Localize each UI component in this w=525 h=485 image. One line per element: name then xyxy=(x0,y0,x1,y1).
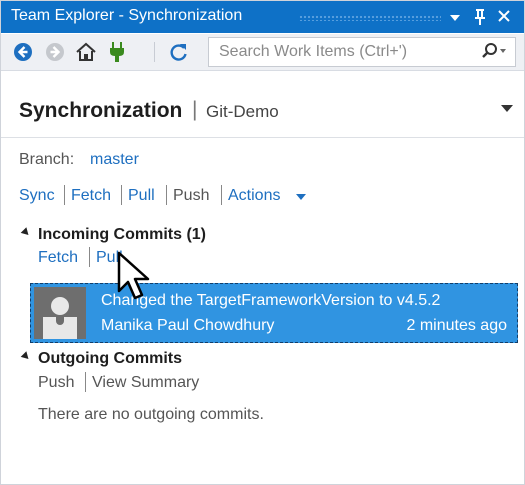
branch-label: Branch: xyxy=(19,151,75,168)
drag-grip[interactable] xyxy=(299,15,441,21)
view-summary-label: View Summary xyxy=(92,374,200,391)
incoming-commits-title[interactable]: Incoming Commits (1) xyxy=(38,226,206,244)
link-separator xyxy=(121,185,122,205)
toolbar xyxy=(1,34,524,71)
forward-icon[interactable] xyxy=(42,40,68,64)
connect-icon[interactable] xyxy=(104,40,130,64)
actions-dropdown-icon[interactable] xyxy=(296,194,306,200)
page-title: Synchronization xyxy=(19,99,183,122)
title-bar[interactable]: Team Explorer - Synchronization xyxy=(1,1,524,33)
avatar xyxy=(34,287,86,339)
no-outgoing-message: There are no outgoing commits. xyxy=(38,406,264,423)
toolbar-separator xyxy=(154,42,155,62)
commit-author: Manika Paul Chowdhury xyxy=(101,317,275,334)
close-icon[interactable] xyxy=(497,9,511,27)
home-icon[interactable] xyxy=(73,40,99,64)
back-icon[interactable] xyxy=(10,40,36,64)
commit-item[interactable]: Changed the TargetFrameworkVersion to v4… xyxy=(30,283,518,343)
link-separator xyxy=(85,372,86,392)
actions-menu[interactable]: Actions xyxy=(228,187,280,205)
header-dropdown-icon[interactable] xyxy=(501,105,513,112)
window-title: Team Explorer - Synchronization xyxy=(11,7,243,24)
header-divider xyxy=(1,137,524,138)
search-icon[interactable] xyxy=(481,42,507,65)
link-separator xyxy=(89,247,90,267)
search-box[interactable] xyxy=(208,37,516,67)
title-separator: | xyxy=(192,98,198,121)
push-label: Push xyxy=(173,187,210,204)
pull-link[interactable]: Pull xyxy=(128,187,155,205)
collapse-outgoing-icon[interactable] xyxy=(20,351,32,362)
search-input[interactable] xyxy=(217,41,469,63)
repository-name: Git-Demo xyxy=(206,102,279,121)
link-separator xyxy=(221,185,222,205)
pin-icon[interactable] xyxy=(473,8,487,30)
mouse-pointer-icon xyxy=(117,251,151,306)
commit-message: Changed the TargetFrameworkVersion to v4… xyxy=(101,292,441,309)
team-explorer-panel: Team Explorer - Synchronization Search W… xyxy=(0,0,525,485)
refresh-icon[interactable] xyxy=(166,40,192,64)
branch-link[interactable]: master xyxy=(90,151,139,169)
outgoing-push-label: Push xyxy=(38,374,75,391)
incoming-fetch-link[interactable]: Fetch xyxy=(38,249,78,267)
link-separator xyxy=(64,185,65,205)
fetch-link[interactable]: Fetch xyxy=(71,187,111,205)
sync-link[interactable]: Sync xyxy=(19,187,55,205)
outgoing-commits-title[interactable]: Outgoing Commits xyxy=(38,350,182,368)
collapse-incoming-icon[interactable] xyxy=(20,227,32,238)
commit-time: 2 minutes ago xyxy=(406,317,507,334)
link-separator xyxy=(166,185,167,205)
dropdown-icon[interactable] xyxy=(449,10,461,27)
